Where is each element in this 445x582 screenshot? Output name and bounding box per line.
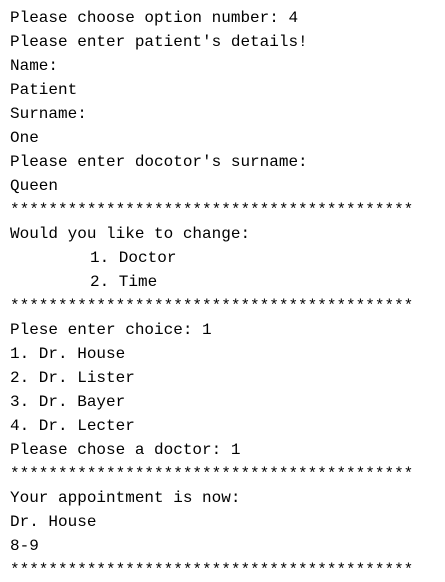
doctor-list-item: 3. Dr. Bayer (10, 393, 126, 411)
console-output: Please choose option number: 4 Please en… (0, 0, 445, 579)
appointment-time: 8-9 (10, 537, 39, 555)
doctor-list-item: 2. Dr. Lister (10, 369, 135, 387)
option-time: 2. Time (90, 273, 158, 291)
separator-line: ****************************************… (10, 297, 414, 315)
input-doctor-surname: Queen (10, 177, 59, 195)
separator-line: ****************************************… (10, 561, 414, 579)
label-name: Name: (10, 57, 59, 75)
appointment-doctor: Dr. House (10, 513, 97, 531)
prompt-patient-details: Please enter patient's details! (10, 33, 308, 51)
prompt-choose-doctor: Please chose a doctor: 1 (10, 441, 241, 459)
prompt-option-number: Please choose option number: 4 (10, 9, 299, 27)
separator-line: ****************************************… (10, 465, 414, 483)
input-surname: One (10, 129, 39, 147)
prompt-doctor-surname: Please enter docotor's surname: (10, 153, 308, 171)
separator-line: ****************************************… (10, 201, 414, 219)
label-surname: Surname: (10, 105, 87, 123)
prompt-change-question: Would you like to change: (10, 225, 251, 243)
appointment-heading: Your appointment is now: (10, 489, 241, 507)
input-name: Patient (10, 81, 78, 99)
option-doctor: 1. Doctor (90, 249, 177, 267)
doctor-list-item: 4. Dr. Lecter (10, 417, 135, 435)
doctor-list-item: 1. Dr. House (10, 345, 126, 363)
prompt-enter-choice: Plese enter choice: 1 (10, 321, 212, 339)
